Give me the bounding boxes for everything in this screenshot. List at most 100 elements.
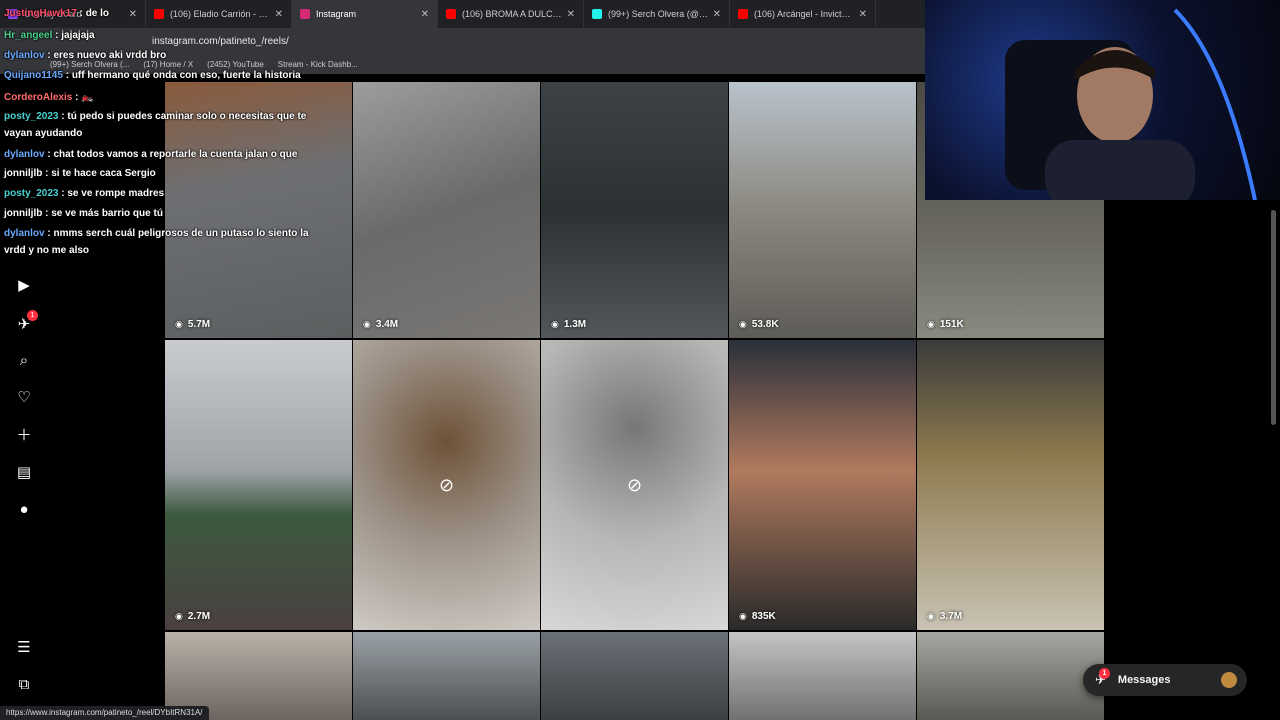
- tab-title: (99+) Serch Olvera (@serch: [608, 9, 709, 19]
- stream-chat-overlay: JustingHawk17 : de lo Hr_angeel : jajajaj…: [0, 0, 340, 270]
- chat-text: jajajaja: [61, 30, 95, 41]
- chat-text: chat todos vamos a reportarle la cuenta …: [53, 149, 298, 160]
- chat-username: dylanlov: [4, 149, 45, 160]
- messages-icon[interactable]: ✈ 1: [14, 310, 38, 334]
- reel-tile[interactable]: [541, 632, 728, 720]
- chat-text: de lo: [85, 8, 110, 19]
- link-status-bar: https://www.instagram.com/patineto_/reel…: [0, 706, 209, 720]
- chat-username: Quijano1145: [4, 70, 63, 81]
- chat-separator: :: [52, 30, 62, 41]
- chat-text: vayan ayudando: [4, 128, 83, 139]
- play-count-icon: ◉: [551, 319, 559, 329]
- more-icon[interactable]: ⧉: [14, 674, 34, 694]
- play-count-icon: ◉: [363, 319, 371, 329]
- tab-favicon-icon: [738, 9, 748, 19]
- chat-message: dylanlov : chat todos vamos a reportarle…: [4, 145, 297, 164]
- webcam-overlay: [925, 0, 1280, 200]
- chat-text: se ve rompe madres: [67, 188, 165, 199]
- tab-favicon-icon: [592, 9, 602, 19]
- chat-username: JustingHawk17: [4, 8, 77, 19]
- view-count-text: 3.4M: [375, 319, 399, 330]
- close-icon[interactable]: ✕: [567, 9, 575, 20]
- view-count-text: 835K: [751, 611, 776, 622]
- play-count-icon: ◉: [739, 319, 747, 329]
- page-scrollbar[interactable]: [1271, 210, 1276, 425]
- reel-tile[interactable]: ◉ 53.8K: [729, 82, 916, 338]
- chat-username: Hr_angeel: [4, 30, 53, 41]
- reel-tile[interactable]: ⊘: [353, 340, 540, 630]
- chat-text: 🏍️: [81, 92, 94, 103]
- chat-separator: :: [72, 92, 82, 103]
- browser-tab[interactable]: (99+) Serch Olvera (@serch ✕: [584, 0, 730, 28]
- chat-message: JustingHawk17 : de lo: [4, 4, 109, 23]
- reels-icon[interactable]: ▶: [14, 275, 34, 295]
- view-count-text: 1.3M: [563, 319, 587, 330]
- reel-tile[interactable]: [917, 632, 1104, 720]
- play-count-icon: ◉: [927, 611, 935, 621]
- chat-text: si te hace caca Sergio: [51, 168, 156, 179]
- chat-separator: :: [42, 208, 52, 219]
- tab-title: (106) Arcángel - Invicto (Vi: [754, 9, 855, 19]
- messages-pill[interactable]: ✈ 1 Messages: [1083, 664, 1247, 696]
- reel-tile[interactable]: ◉ 3.4M: [353, 82, 540, 338]
- chat-message: jonniljlb : si te hace caca Sergio: [4, 164, 156, 183]
- chat-message: CorderoAlexis : 🏍️: [4, 88, 94, 107]
- reel-tile[interactable]: ◉ 3.7M: [917, 340, 1104, 630]
- chat-username: jonniljlb: [4, 168, 43, 179]
- chat-text: uff hermano qué onda con eso, fuerte la …: [71, 70, 301, 81]
- create-icon[interactable]: ＋: [14, 424, 34, 444]
- close-icon[interactable]: ✕: [859, 9, 867, 20]
- reel-tile[interactable]: [729, 632, 916, 720]
- chat-username: jonniljlb: [4, 208, 43, 219]
- reel-view-count: ◉ 3.4M: [363, 319, 398, 330]
- chat-separator: :: [62, 70, 72, 81]
- chat-message: Hr_angeel : jajajaja: [4, 26, 95, 45]
- close-icon[interactable]: ✕: [421, 9, 429, 20]
- menu-icon[interactable]: ☰: [14, 637, 34, 657]
- reel-tile[interactable]: ◉ 835K: [729, 340, 916, 630]
- browser-tab[interactable]: (106) BROMA A DULCEROS ✕: [438, 0, 584, 28]
- close-icon[interactable]: ✕: [713, 9, 721, 20]
- reel-tile[interactable]: ◉ 1.3M: [541, 82, 728, 338]
- reel-view-count: ◉ 151K: [927, 319, 964, 330]
- insights-icon[interactable]: ▤: [14, 462, 34, 482]
- messages-avatar: [1221, 672, 1237, 688]
- reel-tile[interactable]: [353, 632, 540, 720]
- chat-username: posty_2023: [4, 111, 59, 122]
- chat-text: se ve más barrio que tú: [51, 208, 163, 219]
- reel-view-count: ◉ 835K: [739, 611, 776, 622]
- view-count-text: 53.8K: [751, 319, 779, 330]
- browser-tab[interactable]: (106) Arcángel - Invicto (Vi ✕: [730, 0, 876, 28]
- view-count-text: 5.7M: [187, 319, 211, 330]
- chat-message: vayan ayudando: [4, 124, 82, 143]
- chat-message: jonniljlb : se ve más barrio que tú: [4, 204, 163, 223]
- chat-username: CorderoAlexis: [4, 92, 73, 103]
- tab-favicon-icon: [446, 9, 456, 19]
- profile-icon[interactable]: ●: [14, 499, 34, 519]
- tab-title: (106) BROMA A DULCEROS: [462, 9, 563, 19]
- reel-tile[interactable]: ◉ 2.7M: [165, 340, 352, 630]
- view-count-text: 3.7M: [939, 611, 963, 622]
- reel-tile[interactable]: ⊘: [541, 340, 728, 630]
- messages-label: Messages: [1117, 674, 1171, 686]
- reel-view-count: ◉ 53.8K: [739, 319, 779, 330]
- play-count-icon: ◉: [175, 319, 183, 329]
- chat-text: eres nuevo aki vrdd bro: [53, 50, 167, 61]
- eye-off-icon: ⊘: [626, 474, 643, 495]
- chat-message: dylanlov : eres nuevo aki vrdd bro: [4, 46, 166, 65]
- chat-text: nmms serch cuál peligrosos de un putaso …: [53, 228, 309, 239]
- chat-text: tú pedo si puedes caminar solo o necesit…: [67, 111, 307, 122]
- messages-pill-badge: 1: [1098, 668, 1110, 679]
- chat-username: dylanlov: [4, 50, 45, 61]
- chat-message: vrdd y no me also: [4, 241, 89, 260]
- messages-badge: 1: [27, 310, 38, 321]
- heart-icon[interactable]: ♡: [14, 387, 34, 407]
- chat-message: Quijano1145 : uff hermano qué onda con e…: [4, 66, 301, 85]
- chat-username: posty_2023: [4, 188, 59, 199]
- chat-username: dylanlov: [4, 228, 45, 239]
- view-count-text: 2.7M: [187, 611, 211, 622]
- webcam-figure: [1005, 8, 1257, 200]
- search-icon[interactable]: ⌕: [14, 350, 34, 370]
- reel-view-count: ◉ 1.3M: [551, 319, 586, 330]
- eye-off-icon: ⊘: [438, 474, 455, 495]
